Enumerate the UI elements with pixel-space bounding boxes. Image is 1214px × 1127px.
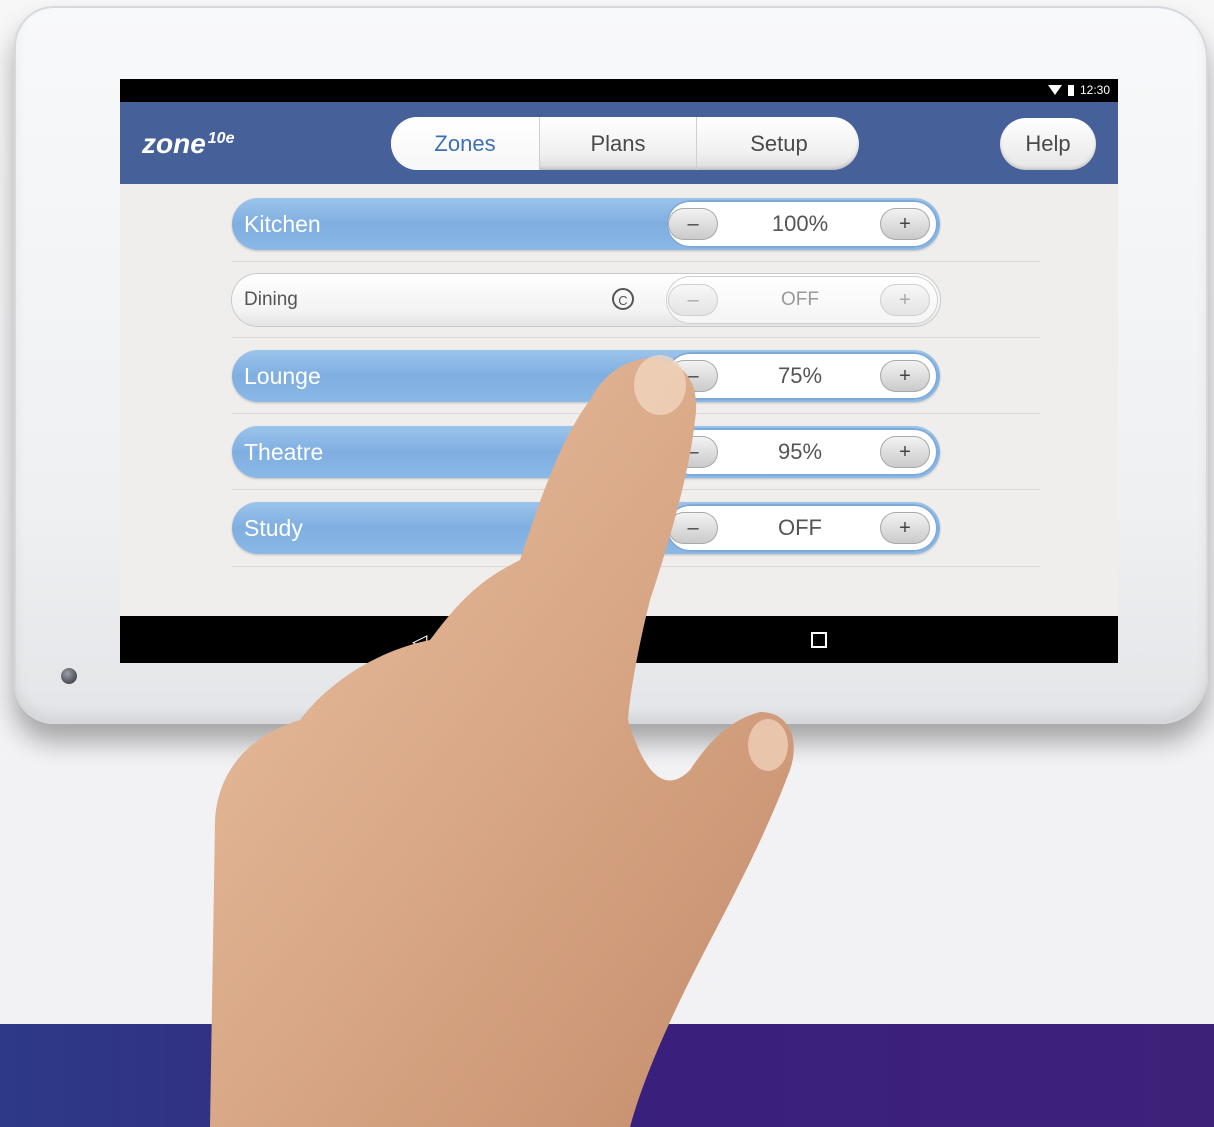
pointing-hand bbox=[210, 355, 794, 1127]
thumbnail bbox=[748, 719, 788, 771]
fingernail bbox=[634, 355, 686, 415]
hand-shape bbox=[210, 358, 794, 1127]
